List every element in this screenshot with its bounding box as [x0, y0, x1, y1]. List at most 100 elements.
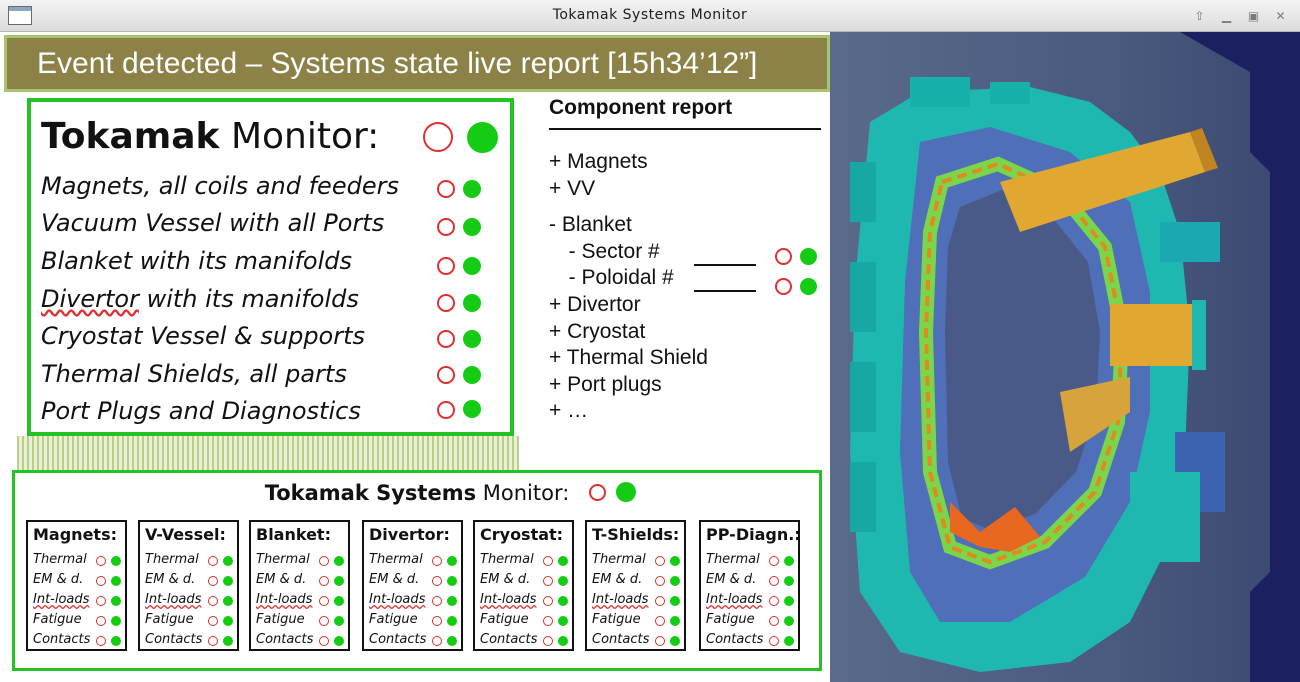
- status-off-indicator: [432, 556, 442, 566]
- system-card[interactable]: PP-Diagn.: Thermal EM & d. Int-loads Fatigue…: [699, 520, 801, 651]
- status-on-indicator: [447, 576, 457, 586]
- report-item-magnets[interactable]: + Magnets: [549, 150, 648, 174]
- report-item-poloidal[interactable]: - Poloidal #: [557, 266, 674, 290]
- status-off-indicator: [319, 616, 329, 626]
- status-off-indicator: [589, 484, 606, 501]
- system-card-row: Thermal: [33, 552, 87, 567]
- monitor-item-divertor[interactable]: Divertor with its manifolds: [41, 285, 359, 319]
- monitor-item-vacuum-vessel[interactable]: Vacuum Vessel with all Ports: [41, 209, 384, 243]
- status-off-indicator: [319, 576, 329, 586]
- status-off-indicator: [437, 330, 455, 348]
- status-on-indicator: [558, 576, 568, 586]
- monitor-item-cryostat[interactable]: Cryostat Vessel & supports: [41, 322, 365, 356]
- system-card-row: Thermal: [592, 552, 646, 567]
- tokamak-cross-section-render: [830, 32, 1300, 682]
- status-off-indicator: [319, 556, 329, 566]
- heading-bold: Tokamak Systems: [264, 481, 477, 505]
- status-off-indicator: [437, 218, 455, 236]
- component-report-title: Component report: [549, 96, 821, 130]
- status-on-indicator: [463, 400, 481, 418]
- tokamak-monitor-heading: Tokamak Monitor:: [41, 116, 379, 157]
- system-card-row: EM & d.: [33, 572, 84, 587]
- coil-block-shape: [910, 77, 970, 107]
- status-on-indicator: [558, 556, 568, 566]
- sector-value-field[interactable]: [694, 264, 756, 266]
- status-on-indicator: [223, 636, 233, 646]
- system-card[interactable]: Divertor: Thermal EM & d. Int-loads Fatigue C…: [362, 520, 463, 651]
- system-card[interactable]: T-Shields: Thermal EM & d. Int-loads Fatigue…: [585, 520, 686, 651]
- system-card-row: Thermal: [256, 552, 310, 567]
- status-on-indicator: [447, 556, 457, 566]
- report-item-thermal-shield[interactable]: + Thermal Shield: [549, 346, 708, 370]
- system-card-row: Int-loads: [706, 592, 763, 607]
- event-banner: Event detected – Systems state live repo…: [4, 35, 830, 92]
- system-card[interactable]: Blanket: Thermal EM & d. Int-loads Fatigue Co…: [249, 520, 350, 651]
- status-off-indicator: [655, 616, 665, 626]
- report-item-cryostat[interactable]: + Cryostat: [549, 320, 645, 344]
- roll-up-icon[interactable]: ⇧: [1190, 7, 1209, 26]
- system-card-row: EM & d.: [480, 572, 531, 587]
- report-item-sector[interactable]: - Sector #: [557, 240, 660, 264]
- coil-block-shape: [850, 362, 876, 432]
- system-card-title: Cryostat:: [480, 525, 564, 544]
- status-off-indicator: [655, 576, 665, 586]
- report-item-more[interactable]: + …: [549, 399, 588, 423]
- status-on-indicator: [558, 616, 568, 626]
- system-card-row: Int-loads: [33, 592, 90, 607]
- status-off-indicator: [775, 278, 792, 295]
- report-item-divertor[interactable]: + Divertor: [549, 293, 641, 317]
- system-card-row: Fatigue: [33, 612, 82, 627]
- system-card-row: EM & d.: [592, 572, 643, 587]
- status-off-indicator: [543, 636, 553, 646]
- system-card-title: PP-Diagn.:: [706, 525, 801, 544]
- status-on-indicator: [467, 122, 498, 153]
- status-on-indicator: [670, 616, 680, 626]
- poloidal-value-field[interactable]: [694, 290, 756, 292]
- system-card[interactable]: V-Vessel: Thermal EM & d. Int-loads Fatigue C…: [138, 520, 239, 651]
- status-on-indicator: [111, 596, 121, 606]
- report-item-vv[interactable]: + VV: [549, 177, 595, 201]
- system-card[interactable]: Magnets: Thermal EM & d. Int-loads Fatigue Co…: [26, 520, 127, 651]
- monitor-item-blanket[interactable]: Blanket with its manifolds: [41, 247, 352, 281]
- status-on-indicator: [223, 596, 233, 606]
- status-on-indicator: [111, 616, 121, 626]
- tokamak-monitor-panel: Tokamak Monitor: Magnets, all coils and …: [27, 98, 514, 436]
- status-off-indicator: [543, 576, 553, 586]
- divertor-rest: with its manifolds: [138, 285, 359, 313]
- decorative-stripes: [17, 436, 519, 470]
- status-on-indicator: [447, 596, 457, 606]
- status-on-indicator: [784, 556, 794, 566]
- system-card[interactable]: Cryostat: Thermal EM & d. Int-loads Fatigue C…: [473, 520, 574, 651]
- system-card-row: Int-loads: [592, 592, 649, 607]
- monitor-item-thermal-shields[interactable]: Thermal Shields, all parts: [41, 360, 347, 394]
- report-item-port-plugs[interactable]: + Port plugs: [549, 373, 662, 397]
- status-on-indicator: [558, 596, 568, 606]
- status-off-indicator: [208, 636, 218, 646]
- status-off-indicator: [208, 556, 218, 566]
- status-off-indicator: [543, 556, 553, 566]
- status-on-indicator: [463, 180, 481, 198]
- divertor-word: Divertor: [41, 285, 139, 313]
- status-off-indicator: [96, 576, 106, 586]
- status-on-indicator: [784, 576, 794, 586]
- system-card-row: EM & d.: [706, 572, 757, 587]
- tokamak-3d-viewport[interactable]: [830, 32, 1300, 682]
- maximize-icon[interactable]: ▣: [1244, 7, 1263, 26]
- coil-block-shape: [850, 162, 876, 222]
- report-item-blanket[interactable]: - Blanket: [549, 213, 632, 237]
- status-on-indicator: [111, 556, 121, 566]
- close-icon[interactable]: ✕: [1271, 7, 1290, 26]
- system-card-row: Fatigue: [369, 612, 418, 627]
- system-card-row: Contacts: [592, 632, 650, 647]
- system-card-title: Blanket:: [256, 525, 331, 544]
- monitor-item-port-plugs[interactable]: Port Plugs and Diagnostics: [41, 397, 361, 431]
- status-off-indicator: [437, 257, 455, 275]
- status-on-indicator: [223, 556, 233, 566]
- status-on-indicator: [800, 248, 817, 265]
- system-card-row: Contacts: [145, 632, 203, 647]
- system-card-row: Contacts: [369, 632, 427, 647]
- system-card-row: Fatigue: [480, 612, 529, 627]
- minimize-icon[interactable]: ▁: [1217, 7, 1236, 26]
- status-off-indicator: [319, 636, 329, 646]
- monitor-item-magnets[interactable]: Magnets, all coils and feeders: [41, 172, 399, 206]
